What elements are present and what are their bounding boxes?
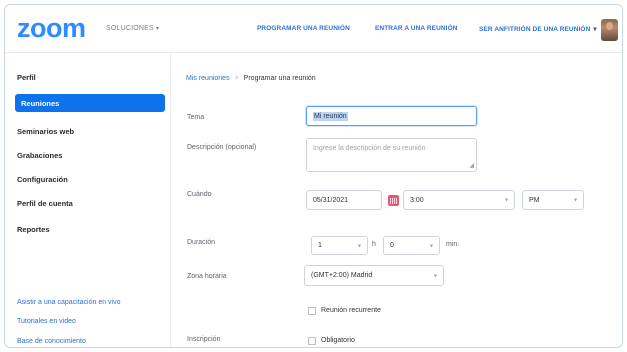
chevron-down-icon: ▾ (357, 243, 361, 249)
description-label: Descripción (opcional) (187, 144, 257, 151)
sidebar-link-video-tutorials[interactable]: Tutoriales en video (17, 318, 76, 325)
topic-value: Mi reunión (313, 111, 348, 121)
duration-hours-value: 1 (318, 242, 322, 249)
sidebar-item-webinars[interactable]: Seminarios web (17, 127, 74, 136)
chevron-down-icon: ▾ (573, 197, 577, 204)
nav-host-label: SER ANFITRIÓN DE UNA REUNIÓN (479, 26, 591, 33)
recurring-checkbox[interactable] (308, 307, 316, 315)
description-textarea[interactable]: Ingrese la descripción de su reunión ◢ (306, 138, 477, 172)
timezone-value: (GMT+2:00) Madrid (311, 272, 373, 279)
nav-host-meeting[interactable]: SER ANFITRIÓN DE UNA REUNIÓN ▾ (479, 25, 597, 33)
calendar-icon[interactable] (388, 195, 399, 206)
sidebar: Perfil Reuniones Seminarios web Grabacio… (5, 53, 171, 347)
topic-input[interactable]: Mi reunión (306, 106, 477, 126)
breadcrumb-separator: > (234, 75, 239, 82)
browser-frame: zoom SOLUCIONES ▾ PROGRAMAR UNA REUNIÓN E… (4, 4, 623, 348)
avatar[interactable] (601, 19, 618, 41)
solutions-label: SOLUCIONES (106, 25, 154, 32)
solutions-menu[interactable]: SOLUCIONES ▾ (106, 25, 159, 32)
sidebar-item-profile[interactable]: Perfil (17, 73, 36, 82)
chevron-down-icon: ▾ (593, 26, 597, 33)
zoom-logo[interactable]: zoom (17, 14, 86, 42)
time-value: 3:00 (410, 196, 424, 204)
duration-label: Duración (187, 239, 216, 246)
breadcrumb-current: Programar una reunión (243, 75, 316, 82)
timezone-label: Zona horaria (187, 273, 227, 280)
sidebar-item-settings[interactable]: Configuración (17, 175, 68, 184)
when-label: Cuándo (187, 191, 212, 198)
hours-unit: h (372, 241, 376, 248)
breadcrumb-my-meetings[interactable]: Mis reuniones (186, 75, 230, 82)
topic-label: Tema (187, 114, 205, 121)
ampm-value: PM (529, 196, 540, 204)
registration-label: Inscripción (187, 336, 221, 343)
sidebar-item-meetings[interactable]: Reuniones (15, 94, 165, 112)
sidebar-item-account-profile[interactable]: Perfil de cuenta (17, 199, 73, 208)
minutes-unit: min. (446, 241, 460, 248)
nav-schedule-meeting[interactable]: PROGRAMAR UNA REUNIÓN (257, 25, 350, 32)
required-label[interactable]: Obligatorio (321, 337, 355, 344)
top-header: zoom SOLUCIONES ▾ PROGRAMAR UNA REUNIÓN E… (5, 5, 622, 53)
description-placeholder: Ingrese la descripción de su reunión (313, 145, 426, 152)
chevron-down-icon: ▾ (429, 243, 433, 249)
sidebar-item-recordings[interactable]: Grabaciones (17, 151, 62, 160)
chevron-down-icon: ▾ (155, 26, 160, 32)
chevron-down-icon: ▾ (504, 197, 508, 204)
chevron-down-icon: ▾ (433, 273, 437, 279)
sidebar-item-reports[interactable]: Reportes (17, 225, 50, 234)
sidebar-link-knowledge-base[interactable]: Base de conocimiento (17, 338, 86, 345)
sidebar-link-live-training[interactable]: Asistir a una capacitación en vivo (17, 299, 121, 306)
duration-minutes-select[interactable]: 0 ▾ (383, 236, 440, 255)
required-checkbox[interactable] (308, 337, 316, 345)
duration-minutes-value: 0 (390, 242, 394, 249)
date-input[interactable]: 05/31/2021 (306, 190, 382, 210)
resize-handle-icon[interactable]: ◢ (469, 163, 474, 169)
nav-join-meeting[interactable]: ENTRAR A UNA REUNIÓN (375, 25, 458, 32)
time-select[interactable]: 3:00 ▾ (403, 190, 515, 210)
recurring-label[interactable]: Reunión recurrente (321, 307, 381, 314)
duration-hours-select[interactable]: 1 ▾ (311, 236, 368, 255)
ampm-select[interactable]: PM ▾ (522, 190, 584, 210)
timezone-select[interactable]: (GMT+2:00) Madrid ▾ (304, 265, 444, 286)
breadcrumb: Mis reuniones > Programar una reunión (186, 75, 316, 82)
date-value: 05/31/2021 (313, 196, 349, 204)
